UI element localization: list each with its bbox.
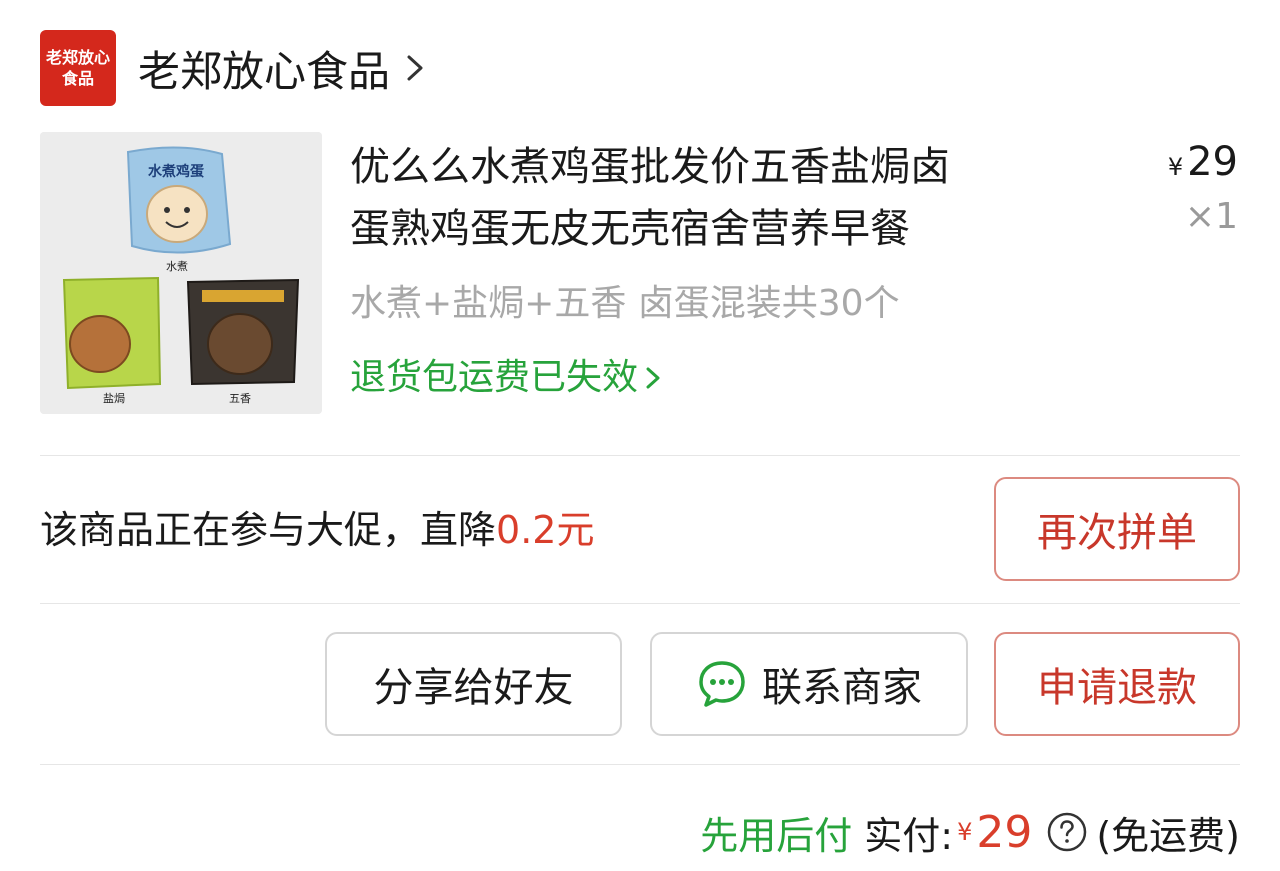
- return-shipping-label: 退货包运费已失效: [350, 357, 639, 398]
- store-logo-line2: 食品: [61, 69, 94, 88]
- store-logo: 老郑放心 食品: [40, 30, 116, 106]
- free-shipping-note: (免运费): [1096, 813, 1240, 858]
- egg-products-illustration: 水煮鸡蛋 水煮 盐焗 五香: [40, 132, 322, 414]
- payment-summary: 先用后付 实付: ¥ 29 (免运费): [700, 800, 1240, 864]
- refund-button[interactable]: 申请退款: [994, 632, 1240, 736]
- product-title[interactable]: 优么么水煮鸡蛋批发价五香盐焗卤 蛋熟鸡蛋无皮无壳宿舍营养早餐: [350, 136, 1080, 260]
- contact-merchant-label: 联系商家: [762, 665, 922, 711]
- product-image[interactable]: 水煮鸡蛋 水煮 盐焗 五香: [40, 132, 322, 414]
- store-logo-line1: 老郑放心: [45, 48, 110, 67]
- product-title-line2: 蛋熟鸡蛋无皮无壳宿舍营养早餐: [350, 206, 910, 252]
- chevron-right-icon[interactable]: [404, 53, 426, 83]
- product-title-line1: 优么么水煮鸡蛋批发价五香盐焗卤: [350, 144, 950, 190]
- total-amount: 29: [976, 806, 1033, 858]
- chevron-right-icon: [646, 367, 660, 389]
- promo-text: 该商品正在参与大促，直降: [40, 508, 497, 552]
- price-value: 29: [1187, 139, 1238, 185]
- pay-later-label[interactable]: 先用后付: [700, 805, 852, 860]
- paid-label: 实付:: [864, 813, 954, 858]
- return-shipping-note[interactable]: 退货包运费已失效: [350, 350, 662, 406]
- image-label-left: 盐焗: [103, 391, 125, 405]
- image-label-right: 五香: [229, 392, 251, 405]
- product-spec: 水煮+盐焗+五香 卤蛋混装共30个: [350, 283, 900, 324]
- promo-amount: 0.2元: [496, 508, 595, 552]
- help-circle-icon[interactable]: [1046, 811, 1088, 853]
- pack-label-water: 水煮鸡蛋: [148, 163, 204, 179]
- divider: [40, 603, 1240, 604]
- promo-message: 该商品正在参与大促，直降0.2元: [40, 500, 594, 560]
- total-currency: ¥: [957, 818, 973, 846]
- divider: [40, 764, 1240, 765]
- divider: [40, 455, 1240, 456]
- product-price: ¥29: [1168, 136, 1238, 193]
- contact-merchant-button[interactable]: 联系商家: [650, 632, 968, 736]
- chat-bubble-icon: [699, 661, 745, 707]
- reorder-button[interactable]: 再次拼单: [994, 477, 1240, 581]
- store-header[interactable]: 老郑放心 食品 老郑放心食品: [40, 30, 426, 106]
- order-card: 老郑放心 食品 老郑放心食品 水煮鸡蛋 水煮 盐焗 五香 优么么水煮鸡蛋批发价五…: [0, 0, 1280, 871]
- currency-symbol: ¥: [1167, 153, 1184, 181]
- product-quantity: ×1: [1184, 196, 1238, 237]
- share-button[interactable]: 分享给好友: [325, 632, 622, 736]
- store-name[interactable]: 老郑放心食品: [138, 38, 390, 99]
- image-label-top: 水煮: [166, 260, 188, 273]
